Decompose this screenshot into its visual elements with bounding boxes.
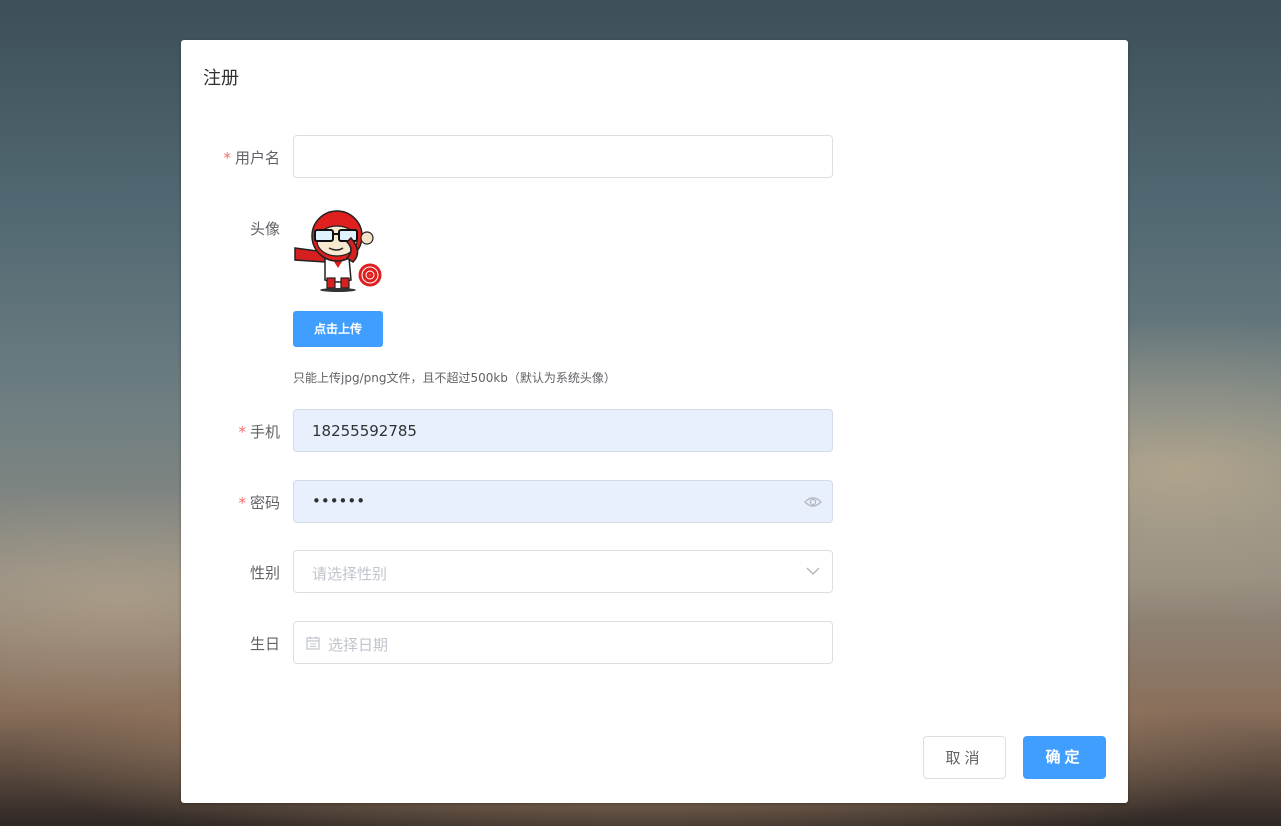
upload-tip: 只能上传jpg/png文件，且不超过500kb（默认为系统头像）: [293, 371, 616, 385]
required-mark: *: [238, 494, 246, 512]
phone-label-text: 手机: [249, 423, 280, 441]
dialog-title: 注册: [203, 68, 239, 89]
gender-select[interactable]: 请选择性别: [293, 550, 833, 593]
username-label: * 用户名: [160, 147, 280, 168]
username-label-text: 用户名: [234, 149, 280, 167]
eye-icon[interactable]: [804, 495, 822, 509]
birthday-placeholder: 选择日期: [328, 636, 389, 654]
monkey-avatar[interactable]: [293, 208, 383, 292]
password-input[interactable]: ••••••: [293, 480, 833, 523]
required-mark: *: [238, 423, 246, 441]
birthday-picker[interactable]: 选择日期: [293, 621, 833, 664]
password-value: ••••••: [312, 492, 366, 510]
calendar-icon: [306, 636, 320, 650]
upload-button[interactable]: 点击上传: [293, 311, 383, 347]
password-label-text: 密码: [249, 494, 280, 512]
phone-value: 18255592785: [312, 422, 417, 440]
gender-label: 性别: [249, 564, 280, 582]
birthday-label: 生日: [249, 635, 280, 653]
register-dialog: 注册 * 用户名 头像 点击上传 只能上传jpg/png文件，且不超过500kb…: [181, 40, 1128, 803]
chevron-down-icon: [806, 567, 820, 576]
required-mark: *: [223, 149, 231, 167]
password-label: * 密码: [160, 492, 280, 513]
phone-input[interactable]: 18255592785: [293, 409, 833, 452]
username-input[interactable]: [293, 135, 833, 178]
gender-placeholder: 请选择性别: [312, 565, 388, 583]
phone-label: * 手机: [160, 421, 280, 442]
cancel-button[interactable]: 取消: [923, 736, 1006, 779]
confirm-button[interactable]: 确定: [1023, 736, 1106, 779]
avatar-label: 头像: [249, 220, 280, 238]
